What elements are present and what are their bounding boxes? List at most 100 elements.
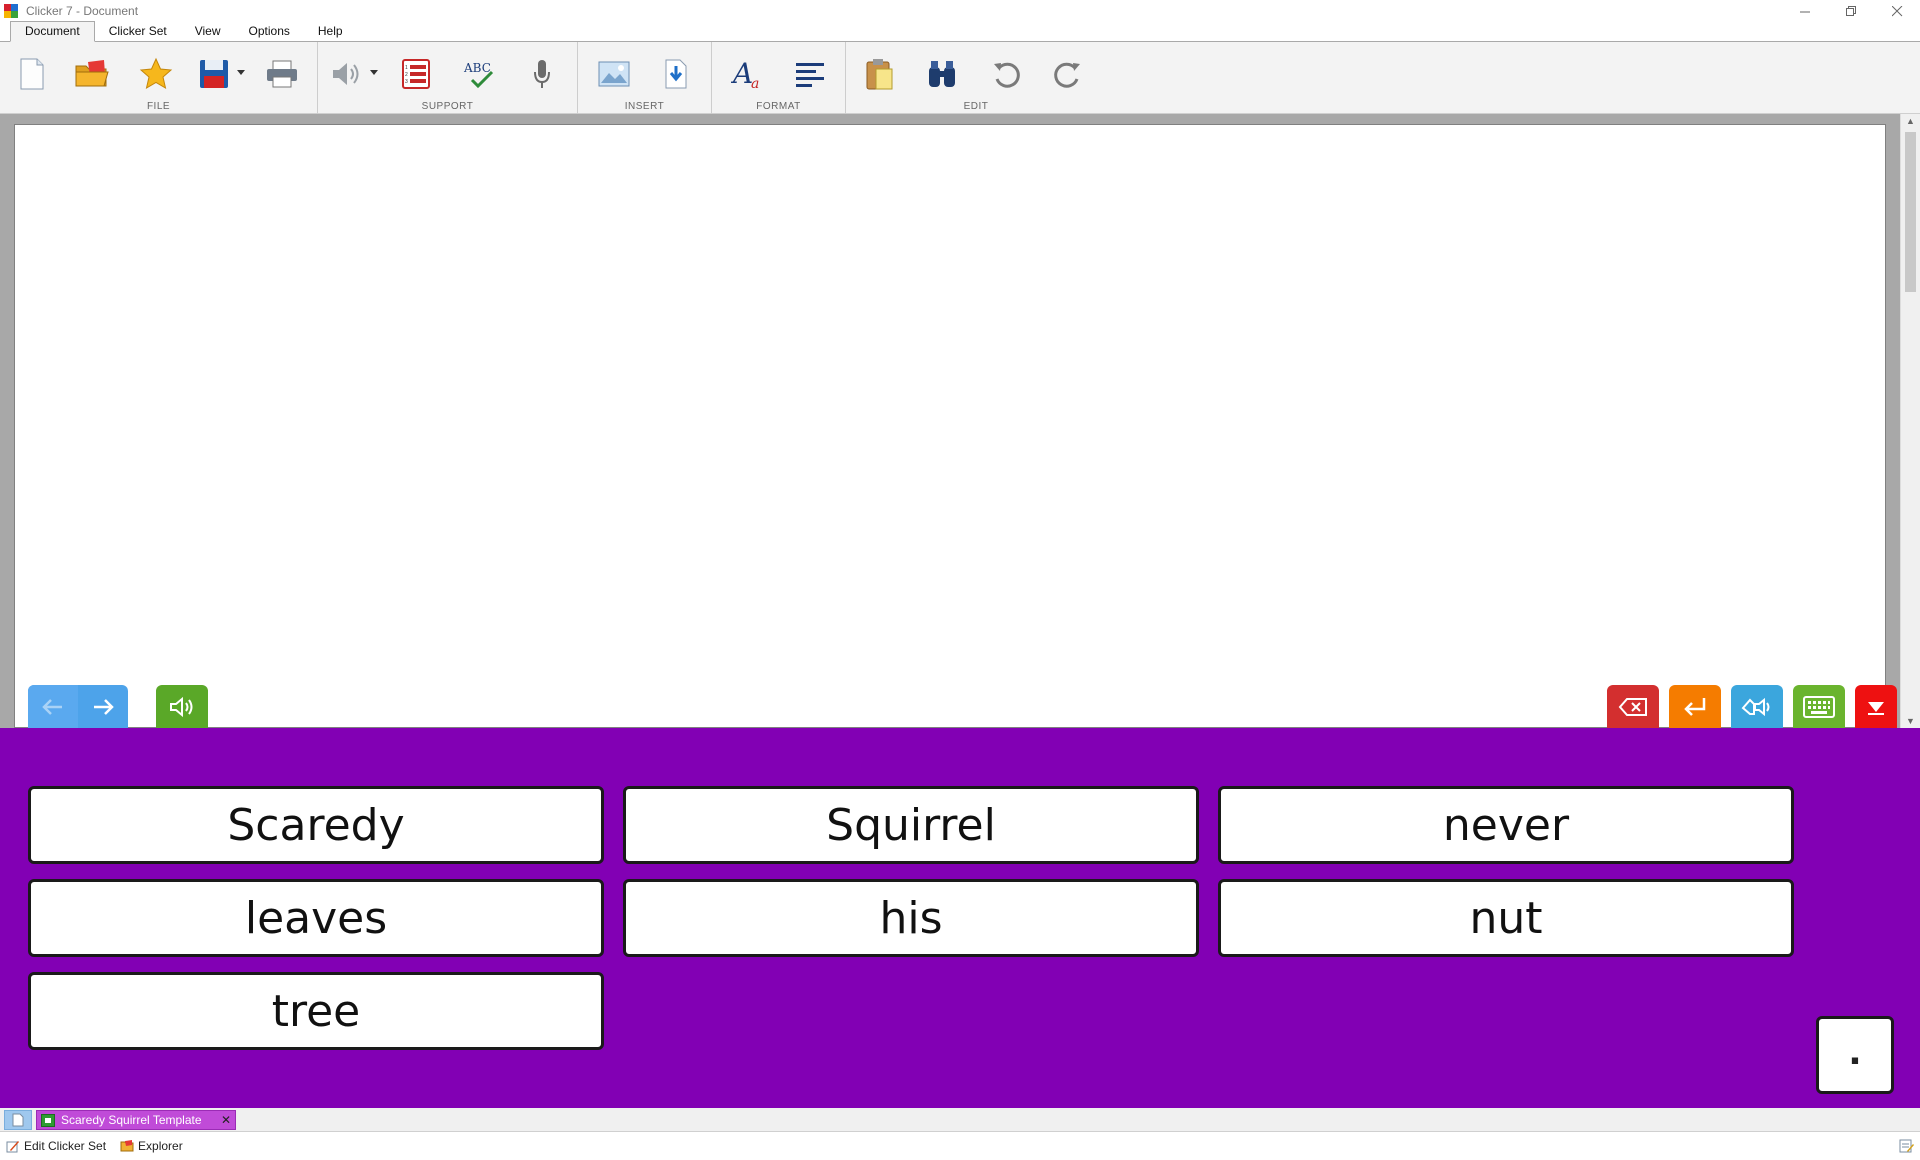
find-icon (929, 61, 955, 87)
explorer-link[interactable]: Explorer (120, 1139, 183, 1153)
save-icon (200, 60, 228, 88)
restore-icon (1845, 5, 1856, 16)
new-document-button[interactable] (10, 54, 54, 94)
scroll-down-icon[interactable]: ▼ (1906, 716, 1915, 726)
ribbon-group-support: 123 ABC SUPPORT (318, 42, 578, 114)
document-area: ▲ ▼ (0, 114, 1920, 728)
ribbon-group-label-format: FORMAT (756, 101, 801, 112)
paste-icon (866, 59, 893, 90)
svg-text:a: a (751, 76, 759, 91)
previous-grid-button[interactable] (28, 685, 78, 728)
speech-dropdown-arrow[interactable] (370, 70, 378, 75)
speaker-icon (170, 696, 193, 717)
restore-window-button[interactable] (1828, 0, 1874, 22)
edit-clicker-set-link[interactable]: Edit Clicker Set (6, 1139, 106, 1153)
word-list-button[interactable]: 123 (394, 54, 438, 94)
open-folder-icon (75, 60, 109, 87)
delete-button[interactable] (1607, 685, 1659, 728)
document-icon (12, 1113, 24, 1127)
enter-icon (1684, 697, 1706, 716)
word-list-icon: 123 (402, 59, 430, 89)
document-scrollbar[interactable]: ▲ ▼ (1900, 114, 1920, 728)
svg-text:1: 1 (405, 65, 408, 71)
menu-tab-view[interactable]: View (181, 22, 235, 41)
title-bar: Clicker 7 - Document (0, 0, 1920, 22)
alignment-button[interactable] (788, 54, 832, 94)
spell-check-button[interactable]: ABC (458, 54, 502, 94)
notes-icon[interactable] (1898, 1138, 1914, 1154)
close-icon (1891, 5, 1902, 16)
clicker-app-icon (4, 4, 18, 18)
save-dropdown-arrow[interactable] (237, 70, 245, 75)
ribbon-group-label-insert: INSERT (624, 101, 665, 112)
minimize-grid-icon (1868, 701, 1884, 715)
speak-button[interactable] (156, 685, 208, 728)
edit-clicker-set-label: Edit Clicker Set (24, 1139, 107, 1153)
word-cell-never[interactable]: never (1218, 786, 1794, 864)
full-stop-cell[interactable]: . (1816, 1016, 1894, 1094)
undo-button[interactable] (984, 54, 1028, 94)
word-cell-tree[interactable]: tree (28, 972, 604, 1050)
align-icon (796, 63, 824, 87)
ribbon-group-label-file: FILE (146, 101, 171, 112)
scroll-up-icon[interactable]: ▲ (1906, 116, 1915, 126)
menu-bar: Document Clicker Set View Options Help (0, 21, 1920, 42)
grid-navigation (28, 685, 128, 728)
font-button[interactable]: Aa (726, 54, 770, 94)
save-button[interactable] (192, 54, 236, 94)
print-icon (267, 60, 297, 88)
status-bar: Edit Clicker Set Explorer (0, 1132, 1920, 1160)
speak-all-button[interactable] (1731, 685, 1783, 728)
svg-text:3: 3 (405, 79, 408, 85)
svg-text:2: 2 (405, 72, 408, 78)
clicker-set-icon (41, 1113, 55, 1127)
insert-picture-icon (598, 61, 630, 87)
keyboard-button[interactable] (1793, 685, 1845, 728)
ribbon-group-insert: INSERT (578, 42, 712, 114)
word-cell-nut[interactable]: nut (1218, 879, 1794, 957)
svg-text:ABC: ABC (463, 61, 491, 75)
menu-tab-help[interactable]: Help (304, 22, 357, 41)
record-voice-button[interactable] (520, 54, 564, 94)
close-window-button[interactable] (1874, 0, 1920, 22)
open-button[interactable] (70, 54, 114, 94)
document-tab[interactable] (4, 1110, 32, 1130)
word-cell-squirrel[interactable]: Squirrel (623, 786, 1199, 864)
next-grid-button[interactable] (78, 685, 128, 728)
ribbon-group-label-edit: EDIT (963, 101, 989, 112)
scrollbar-thumb[interactable] (1905, 132, 1916, 292)
print-button[interactable] (260, 54, 304, 94)
word-cell-scaredy[interactable]: Scaredy (28, 786, 604, 864)
speak-all-icon (1741, 697, 1770, 716)
word-cell-his[interactable]: his (623, 879, 1199, 957)
spell-check-icon: ABC (463, 61, 494, 89)
find-button[interactable] (920, 54, 964, 94)
menu-tab-options[interactable]: Options (235, 22, 304, 41)
arrow-left-icon (42, 698, 62, 715)
ribbon-group-file: FILE (0, 42, 318, 114)
clicker-grid: Scaredy Squirrel never leaves his nut tr… (0, 728, 1920, 1108)
menu-tab-document[interactable]: Document (10, 21, 95, 42)
clicker-set-tab[interactable]: Scaredy Squirrel Template ✕ (36, 1110, 236, 1130)
document-tab-strip: Scaredy Squirrel Template ✕ (0, 1108, 1920, 1132)
minimize-window-button[interactable] (1782, 0, 1828, 22)
svg-text:A: A (731, 57, 753, 90)
close-tab-icon[interactable]: ✕ (221, 1113, 231, 1127)
paste-button[interactable] (858, 54, 902, 94)
enter-button[interactable] (1669, 685, 1721, 728)
menu-tab-clicker-set[interactable]: Clicker Set (95, 22, 181, 41)
hide-grid-button[interactable] (1855, 685, 1897, 728)
speech-button[interactable] (324, 54, 368, 94)
backspace-icon (1618, 697, 1647, 716)
insert-clip-button[interactable] (654, 54, 698, 94)
arrow-right-icon (94, 698, 114, 715)
redo-button[interactable] (1046, 54, 1090, 94)
favorites-button[interactable] (134, 54, 178, 94)
insert-picture-button[interactable] (592, 54, 636, 94)
word-cell-leaves[interactable]: leaves (28, 879, 604, 957)
new-document-icon (20, 58, 44, 90)
document-page[interactable] (14, 124, 1886, 728)
favorite-star-icon (139, 57, 173, 90)
font-icon: Aa (731, 57, 759, 91)
edit-set-icon (6, 1141, 19, 1153)
